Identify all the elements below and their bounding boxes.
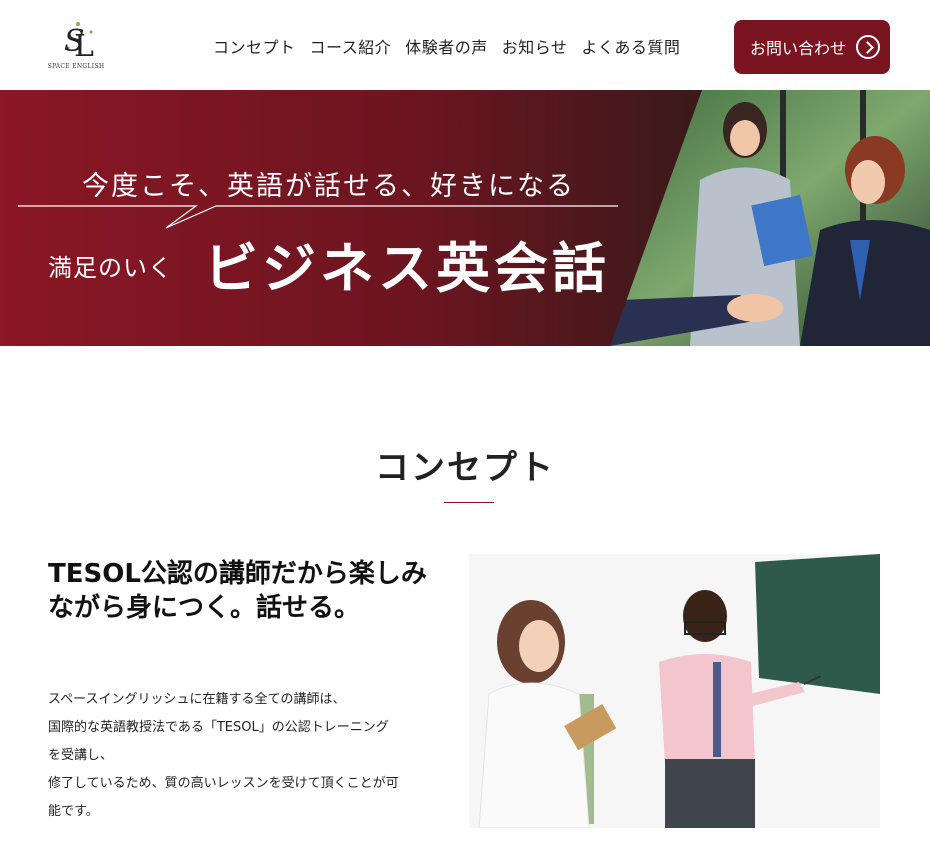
main-nav: コンセプト コース紹介 体験者の声 お知らせ よくある質問 xyxy=(213,34,680,58)
svg-text:L: L xyxy=(74,29,94,60)
logo-mark-icon: S L xyxy=(64,22,94,60)
site-header: S L SPACE ENGLISH コンセプト コース紹介 体験者の声 お知らせ… xyxy=(0,0,930,90)
concept-photo-illustration xyxy=(469,554,880,828)
nav-item-news[interactable]: お知らせ xyxy=(502,34,568,58)
concept-body-line: 修了しているため、質の高いレッスンを受けて頂くことが可 xyxy=(48,776,399,791)
concept-photo xyxy=(469,554,880,828)
concept-body-line: 能です。 xyxy=(48,804,99,819)
hero-title: ビジネス英会話 xyxy=(204,237,610,300)
section-title-concept: コンセプト xyxy=(375,448,555,488)
concept-body-line: 国際的な英語教授法である「TESOL」の公認トレーニング xyxy=(48,720,389,735)
concept-body-line: を受講し、 xyxy=(48,748,114,763)
nav-item-concept[interactable]: コンセプト xyxy=(213,34,296,58)
contact-button-label: お問い合わせ xyxy=(750,39,847,58)
hero-subtitle: 今度こそ、英語が話せる、好きになる xyxy=(82,171,575,202)
hero-lead: 満足のいく xyxy=(48,254,173,282)
chevron-right-icon xyxy=(856,35,880,59)
nav-item-courses[interactable]: コース紹介 xyxy=(310,34,392,58)
section-divider xyxy=(444,502,494,503)
concept-body: スペースイングリッシュに在籍する全ての講師は、 国際的な英語教授法である「TES… xyxy=(48,686,448,826)
concept-body-line: スペースイングリッシュに在籍する全ての講師は、 xyxy=(48,692,346,707)
hero-banner: 今度こそ、英語が話せる、好きになる 満足のいく ビジネス英会話 xyxy=(0,90,930,346)
logo-text: SPACE ENGLISH xyxy=(47,63,105,70)
nav-item-faq[interactable]: よくある質問 xyxy=(581,34,680,58)
contact-button[interactable]: お問い合わせ xyxy=(734,20,890,74)
concept-headline: TESOL公認の講師だから楽しみながら身につく。話せる。 xyxy=(48,559,427,623)
nav-item-testimonials[interactable]: 体験者の声 xyxy=(405,34,488,58)
site-logo[interactable]: S L SPACE ENGLISH xyxy=(46,18,106,76)
